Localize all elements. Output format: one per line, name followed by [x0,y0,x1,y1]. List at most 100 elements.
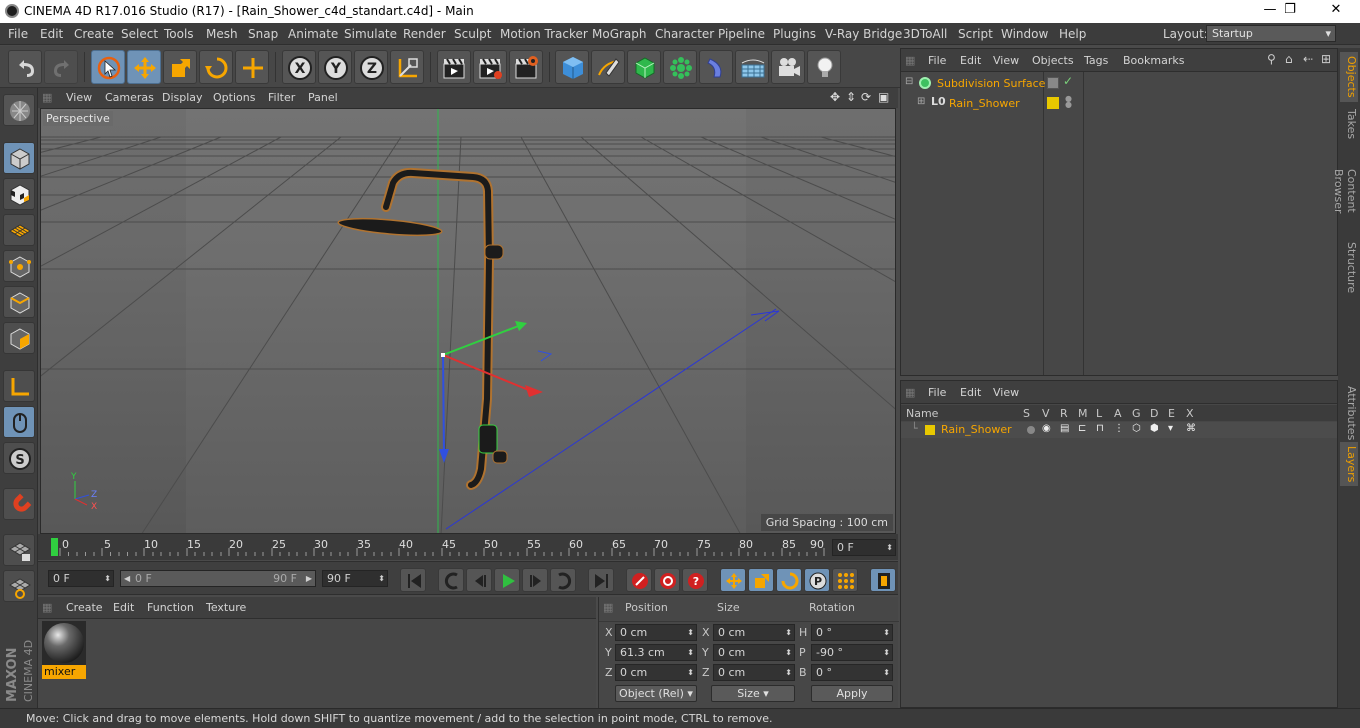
redo-button[interactable] [44,50,78,84]
record-point-level-button[interactable] [832,568,858,592]
move-tool-button[interactable] [127,50,161,84]
menu-plugins[interactable]: Plugins [773,27,816,41]
material-menu-texture[interactable]: Texture [206,601,246,614]
perspective-viewport[interactable]: Y Z X Perspective Grid Spacing : 100 cm [40,108,896,534]
layer-visible-eye-icon[interactable]: ◉ [1042,423,1051,434]
tweak-mode-button[interactable] [3,406,35,438]
material-menu-function[interactable]: Function [147,601,194,614]
add-pen-spline-button[interactable] [591,50,625,84]
home-icon[interactable]: ⌂ [1285,52,1293,66]
spinner-icon[interactable]: ⬍ [378,571,385,586]
search-icon[interactable]: ⚲ [1267,52,1276,66]
object-menu-file[interactable]: File [928,54,946,67]
add-cube-button[interactable] [555,50,589,84]
next-key-button[interactable] [550,568,576,592]
spinner-icon[interactable]: ⬍ [886,540,893,555]
menu-mesh[interactable]: Mesh [206,27,238,41]
timeline-track[interactable]: 0 5 10 15 20 25 30 35 40 45 50 55 60 65 … [50,538,828,556]
viewport-move-icon[interactable]: ✥ [830,90,840,104]
viewport-camera-label[interactable]: Perspective [43,111,113,126]
playhead-marker[interactable] [51,538,58,556]
menu-sculpt[interactable]: Sculpt [454,27,491,41]
autokeying-button[interactable] [654,568,680,592]
enable-axis-button[interactable] [3,370,35,402]
expressions-icon[interactable]: ▾ [1168,423,1173,434]
preview-end-field[interactable]: 90 F ⬍ [322,570,388,587]
object-menu-view[interactable]: View [993,54,1019,67]
keyframe-selection-button[interactable]: ? [682,568,708,592]
menu-vray-bridge[interactable]: V-Ray Bridge [825,27,902,41]
viewport-menu-filter[interactable]: Filter [268,91,295,104]
menu-pipeline[interactable]: Pipeline [718,27,765,41]
add-floor-button[interactable] [735,50,769,84]
workplane-lock-button[interactable] [3,534,35,566]
viewport-menu-panel[interactable]: Panel [308,91,338,104]
rotation-p-field[interactable]: -90 ° ⬍ [811,644,893,661]
rotation-h-field[interactable]: 0 ° ⬍ [811,624,893,641]
spinner-icon[interactable]: ⬍ [883,625,890,640]
deformers-icon[interactable]: ⬢ [1150,423,1159,434]
caret-right-icon[interactable]: ▶ [306,571,312,586]
undo-button[interactable] [8,50,42,84]
workplane-align-button[interactable] [3,570,35,602]
layer-render-clapper-icon[interactable]: ▤ [1060,423,1069,434]
add-camera-button[interactable] [771,50,805,84]
z-axis-lock-button[interactable]: Z [354,50,388,84]
material-menu-create[interactable]: Create [66,601,103,614]
x-axis-lock-button[interactable]: X [282,50,316,84]
edges-mode-button[interactable] [3,286,35,318]
layer-menu-view[interactable]: View [993,386,1019,399]
record-parameter-button[interactable]: P [804,568,830,592]
spinner-icon[interactable]: ⬍ [687,625,694,640]
menu-script[interactable]: Script [958,27,993,41]
layer-manager-visible-icon[interactable]: ⊏ [1078,423,1086,434]
object-name[interactable]: Rain_Shower [949,97,1020,110]
add-subdivision-surface-button[interactable] [627,50,661,84]
layer-color-icon[interactable] [1047,97,1059,109]
menu-3dtoall[interactable]: 3DToAll [903,27,947,41]
size-y-field[interactable]: 0 cm ⬍ [713,644,795,661]
tab-attributes[interactable]: Attributes [1340,382,1358,440]
viewport-menu-cameras[interactable]: Cameras [105,91,154,104]
menu-tools[interactable]: Tools [164,27,194,41]
coordinate-system-button[interactable] [390,50,424,84]
make-editable-button[interactable] [3,94,35,126]
render-view-button[interactable] [437,50,471,84]
menu-simulate[interactable]: Simulate [344,27,397,41]
layout-dropdown[interactable]: Startup ▾ [1206,25,1336,42]
layer-color-swatch[interactable] [925,425,935,435]
render-settings-button[interactable] [509,50,543,84]
editor-visibility-icon[interactable] [1047,77,1059,89]
previous-frame-button[interactable] [466,568,492,592]
object-name[interactable]: Subdivision Surface [937,77,1045,90]
enabled-check-icon[interactable]: ✓ [1063,74,1073,88]
layer-row[interactable]: └ Rain_Shower ◉ ▤ ⊏ ⊓ ⋮ ⬡ ⬢ ▾ ⌘ [901,422,1337,438]
spinner-icon[interactable]: ⬍ [883,665,890,680]
solo-mode-button[interactable]: S [3,442,35,474]
live-selection-button[interactable] [91,50,125,84]
object-menu-edit[interactable]: Edit [960,54,981,67]
position-x-field[interactable]: 0 cm ⬍ [615,624,697,641]
object-menu-objects[interactable]: Objects [1032,54,1074,67]
new-window-icon[interactable]: ⊞ [1321,52,1331,66]
record-scale-button[interactable] [748,568,774,592]
viewport-menu-view[interactable]: View [66,91,92,104]
coordinate-mode-dropdown[interactable]: Object (Rel) ▾ [615,685,697,702]
generators-icon[interactable]: ⬡ [1132,423,1141,434]
recent-tool-button[interactable] [235,50,269,84]
scale-tool-button[interactable] [163,50,197,84]
record-active-objects-button[interactable] [626,568,652,592]
menu-file[interactable]: File [8,27,28,41]
polygons-mode-button[interactable] [3,322,35,354]
viewport-maximize-icon[interactable]: ▣ [878,90,889,104]
tab-content-browser[interactable]: Content Browser [1332,146,1358,236]
viewport-zoom-icon[interactable]: ⇕ [846,90,856,104]
animation-icon[interactable]: ⋮ [1114,423,1124,434]
spinner-icon[interactable]: ⬍ [687,645,694,660]
object-menu-bookmarks[interactable]: Bookmarks [1123,54,1184,67]
record-position-button[interactable] [720,568,746,592]
menu-select[interactable]: Select [121,27,158,41]
viewport-menu-options[interactable]: Options [213,91,255,104]
preview-start-field[interactable]: 0 F ⬍ [48,570,114,587]
apply-button[interactable]: Apply [811,685,893,702]
